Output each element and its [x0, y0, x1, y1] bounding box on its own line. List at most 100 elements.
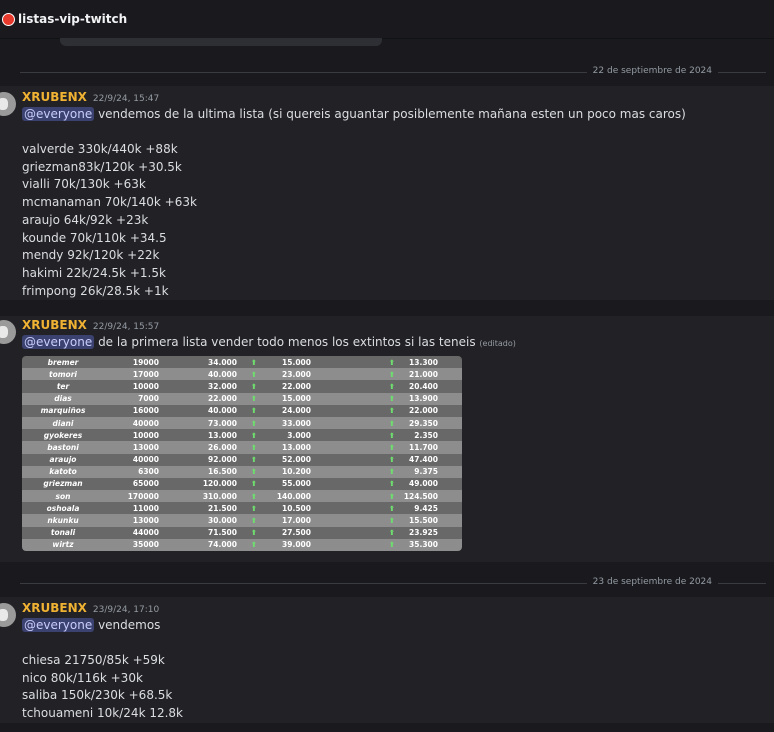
table-row: katoto 6300 16.500 ⬆ 10.200 ⬆ 9.375: [22, 465, 462, 478]
message-line: mcmanaman 70k/140k +63k: [22, 195, 197, 210]
table-cell: 30.000: [208, 516, 237, 526]
up-arrow-icon: ⬆: [250, 528, 257, 538]
table-row: son 170000 310.000 ⬆ 140.000 ⬆ 124.500: [22, 490, 462, 503]
table-row: tonali 44000 71.500 ⬆ 27.500 ⬆ 23.925: [22, 526, 462, 539]
user-avatar[interactable]: [0, 92, 16, 116]
table-cell: 65000: [132, 479, 159, 489]
table-cell: wirtz: [52, 540, 74, 550]
table-cell: 16.500: [208, 467, 237, 477]
message-line: valverde 330k/440k +88k: [22, 142, 178, 156]
message: XRUBENX 23/9/24, 17:10 @everyone vendemos…: [0, 597, 774, 723]
table-cell: 10.500: [282, 503, 311, 513]
table-cell: 10000: [132, 381, 159, 391]
table-cell: 20.400: [409, 381, 438, 391]
table-cell: 44000: [132, 528, 159, 538]
up-arrow-icon: ⬆: [250, 406, 257, 416]
table-cell: 9.375: [414, 467, 438, 477]
table-cell: 17.000: [282, 516, 311, 526]
table-cell: 35000: [132, 540, 159, 550]
table-cell: 7000: [138, 394, 159, 404]
message-line: araujo 64k/92k +23k: [22, 212, 149, 227]
up-arrow-icon: ⬆: [250, 516, 257, 526]
table-cell: 13.000: [208, 430, 237, 440]
table-cell: 10.200: [282, 467, 311, 477]
mention-everyone[interactable]: @everyone: [22, 618, 95, 632]
table-cell: 21.000: [409, 369, 438, 379]
table-row: wirtz 35000 74.000 ⬆ 39.000 ⬆ 35.300: [22, 538, 462, 551]
table-cell: 11000: [132, 503, 159, 513]
table-cell: 29.350: [409, 418, 438, 428]
table-cell: 15.500: [409, 516, 438, 526]
author-name[interactable]: XRUBENX: [22, 318, 87, 332]
up-arrow-icon: ⬆: [388, 442, 395, 452]
message-author[interactable]: XRUBENX 23/9/24, 17:10: [22, 601, 159, 615]
table-cell: 74.000: [208, 540, 237, 550]
message-timestamp: 23/9/24, 17:10: [92, 605, 160, 615]
message-timestamp: 22/9/24, 15:47: [92, 94, 160, 104]
table-row: griezman 65000 120.000 ⬆ 55.000 ⬆ 49.000: [22, 477, 462, 491]
table-cell: 3.000: [287, 430, 311, 440]
channel-name[interactable]: listas-vip-twitch: [18, 12, 127, 26]
table-cell: 2.350: [414, 430, 438, 440]
up-arrow-icon: ⬆: [250, 503, 257, 513]
table-cell: 23.925: [409, 528, 438, 538]
up-arrow-icon: ⬆: [388, 540, 395, 550]
up-arrow-icon: ⬆: [388, 528, 395, 538]
table-row: dias 7000 22.000 ⬆ 15.000 ⬆ 13.900: [22, 392, 462, 405]
table-cell: oshoala: [46, 503, 80, 513]
table-cell: marquiños: [40, 406, 86, 416]
table-cell: 170000: [127, 491, 159, 501]
table-cell: 92.000: [208, 455, 237, 465]
table-cell: 71.500: [208, 528, 237, 538]
table-cell: 124.500: [403, 491, 438, 501]
table-cell: 35.300: [409, 540, 438, 550]
up-arrow-icon: ⬆: [388, 479, 395, 489]
message-line: hakimi 22k/24.5k +1.5k: [22, 265, 166, 280]
table-cell: 40.000: [208, 369, 237, 379]
table-cell: 22.000: [208, 394, 237, 404]
author-name[interactable]: XRUBENX: [22, 601, 87, 615]
table-row: oshoala 11000 21.500 ⬆ 10.500 ⬆ 9.425: [22, 502, 462, 515]
up-arrow-icon: ⬆: [388, 357, 395, 367]
message-body: de la primera lista vender todo menos lo…: [98, 335, 476, 349]
message-line: griezman83k/120k +30.5k: [22, 159, 182, 174]
up-arrow-icon: ⬆: [388, 467, 395, 477]
message-line: kounde 70k/110k +34.5: [22, 230, 167, 245]
message-author[interactable]: XRUBENX 22/9/24, 15:57: [22, 318, 159, 332]
up-arrow-icon: ⬆: [388, 503, 395, 513]
table-cell: 13000: [132, 442, 159, 452]
table-cell: katoto: [49, 467, 77, 477]
up-arrow-icon: ⬆: [388, 369, 395, 379]
table-cell: bremer: [47, 357, 79, 367]
table-cell: son: [55, 491, 71, 501]
up-arrow-icon: ⬆: [250, 418, 257, 428]
table-cell: tomori: [49, 369, 77, 379]
up-arrow-icon: ⬆: [250, 442, 257, 452]
author-name[interactable]: XRUBENX: [22, 90, 87, 104]
up-arrow-icon: ⬆: [388, 491, 395, 501]
table-cell: gyokeres: [43, 430, 83, 440]
table-row: nkunku 13000 30.000 ⬆ 17.000 ⬆ 15.500: [22, 514, 462, 527]
table-cell: 39.000: [282, 540, 311, 550]
live-status-icon: [2, 12, 15, 26]
mention-everyone[interactable]: @everyone: [22, 335, 95, 349]
user-avatar[interactable]: [0, 603, 16, 627]
image-attachment-table[interactable]: bremer 19000 34.000 ⬆ 15.000 ⬆ 13.300 tomori 170…: [22, 356, 462, 551]
table-cell: 27.500: [282, 528, 311, 538]
table-row: marquiños 16000 40.000 ⬆ 24.000 ⬆ 22.000: [22, 404, 462, 417]
date-divider-label: 22 de septiembre de 2024: [586, 66, 718, 76]
user-avatar[interactable]: [0, 320, 16, 344]
table-cell: dias: [54, 394, 72, 404]
up-arrow-icon: ⬆: [388, 516, 395, 526]
up-arrow-icon: ⬆: [250, 540, 257, 550]
table-cell: 40000: [132, 418, 159, 428]
table-cell: 13.000: [282, 442, 311, 452]
table-cell: 10000: [132, 430, 159, 440]
table-cell: 22.000: [282, 381, 311, 391]
table-cell: 15.000: [282, 394, 311, 404]
mention-everyone[interactable]: @everyone: [22, 107, 95, 121]
message-author[interactable]: XRUBENX 22/9/24, 15:47: [22, 90, 159, 104]
up-arrow-icon: ⬆: [250, 394, 257, 404]
up-arrow-icon: ⬆: [388, 418, 395, 428]
message-text: @everyone vendemos de la ultima lista (s…: [22, 107, 686, 121]
